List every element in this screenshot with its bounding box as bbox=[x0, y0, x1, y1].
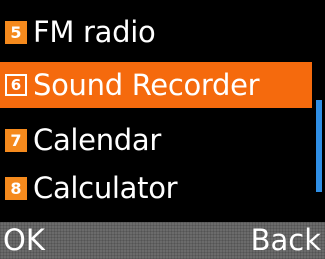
menu-item-label: Calculator bbox=[33, 171, 178, 205]
softkey-bar: OK Back bbox=[0, 222, 325, 259]
menu-item-label: Calendar bbox=[33, 123, 162, 157]
menu-item-calendar[interactable]: 7 Calendar bbox=[0, 117, 312, 163]
number-badge: 7 bbox=[5, 128, 27, 152]
menu-item-fm-radio[interactable]: 5 FM radio bbox=[0, 9, 312, 55]
back-softkey[interactable]: Back bbox=[251, 222, 321, 259]
number-badge: 6 bbox=[5, 74, 27, 96]
menu-item-label: Sound Recorder bbox=[33, 68, 260, 102]
number-badge: 8 bbox=[5, 176, 27, 200]
phone-screen: 5 FM radio 6 Sound Recorder 7 Calendar 8… bbox=[0, 0, 325, 259]
scrollbar[interactable] bbox=[316, 100, 322, 192]
menu-item-calculator[interactable]: 8 Calculator bbox=[0, 165, 312, 211]
menu-item-label: FM radio bbox=[33, 15, 156, 49]
menu-item-sound-recorder[interactable]: 6 Sound Recorder bbox=[0, 62, 312, 108]
ok-softkey[interactable]: OK bbox=[3, 222, 45, 259]
number-badge: 5 bbox=[5, 20, 27, 44]
menu-list: 5 FM radio 6 Sound Recorder 7 Calendar 8… bbox=[0, 0, 325, 222]
